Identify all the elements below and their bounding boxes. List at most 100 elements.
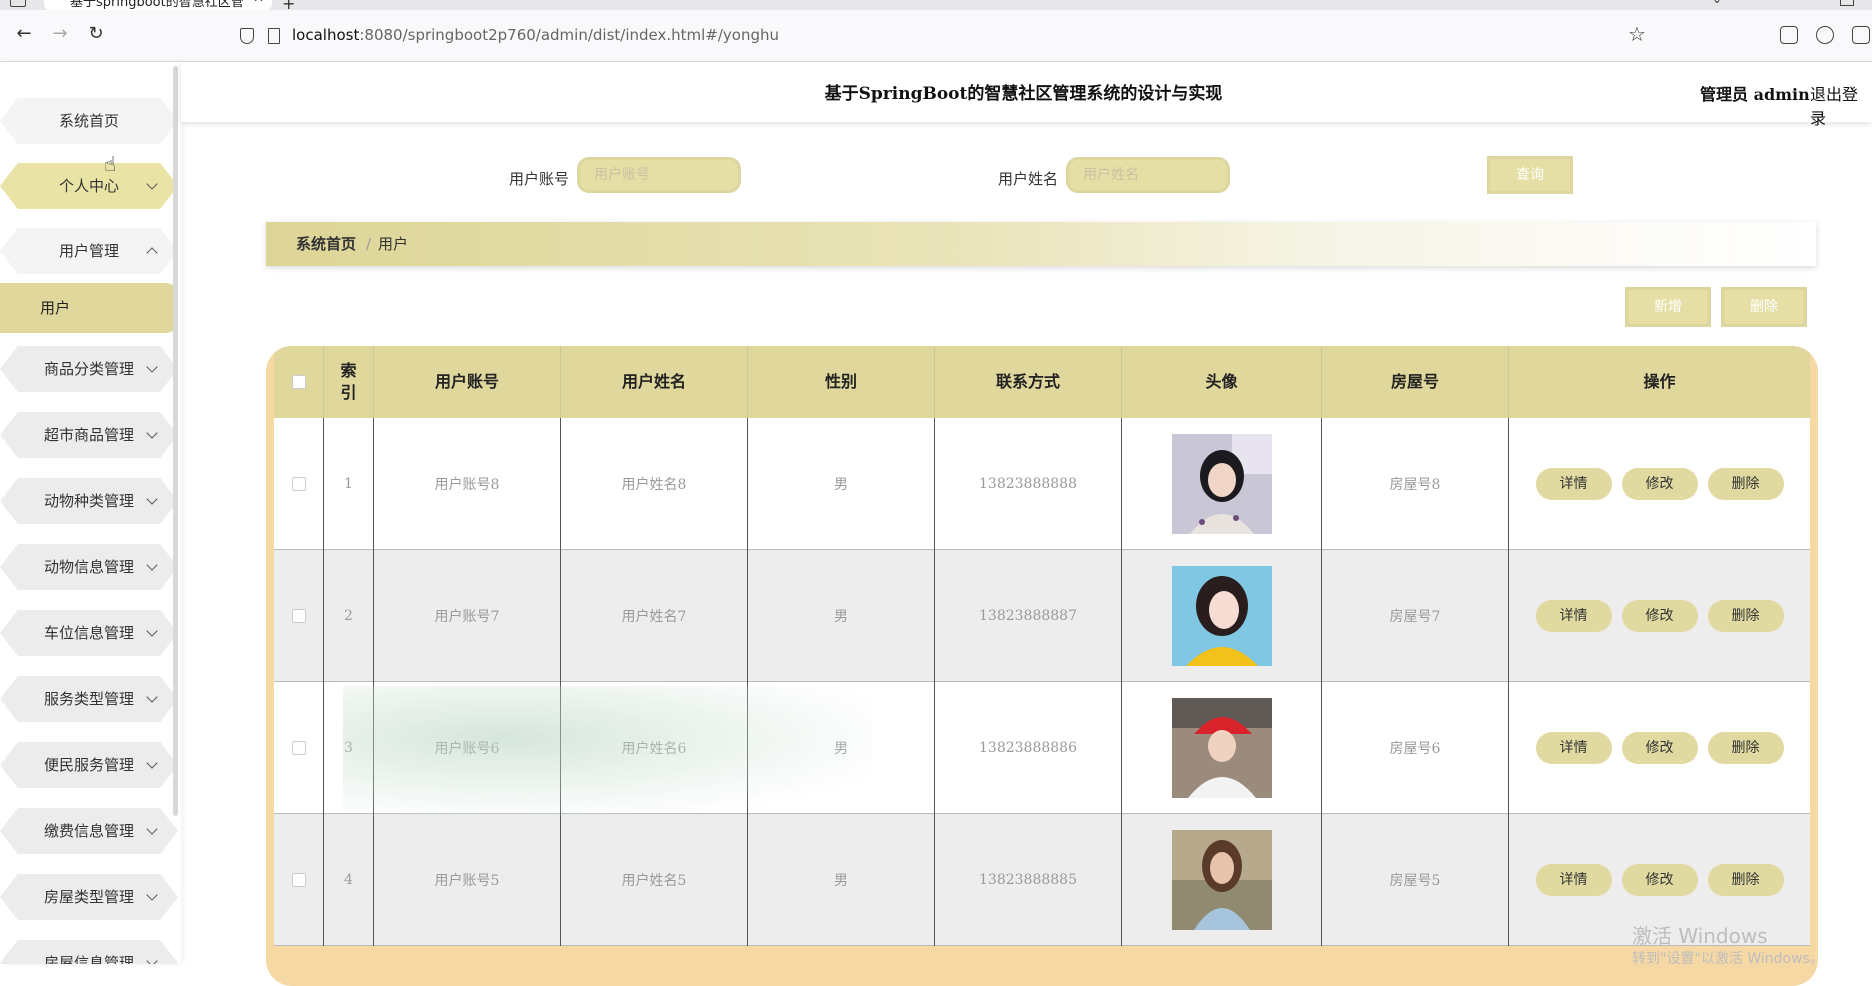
column-header-avatar: 头像	[1122, 346, 1322, 418]
sidebar-item-goods-category[interactable]: 商品分类管理	[0, 346, 178, 392]
close-tab-icon[interactable]: ✕	[253, 0, 264, 6]
sidebar-item-house-type[interactable]: 房屋类型管理	[0, 874, 178, 920]
account-cell: 用户账号6	[374, 682, 561, 814]
house-cell: 房屋号8	[1322, 418, 1509, 550]
name-cell: 用户姓名8	[561, 418, 748, 550]
column-header-operations: 操作	[1509, 346, 1810, 418]
sidebar-item-user-management[interactable]: 用户管理	[0, 228, 178, 274]
tab-title: 基于springboot的智慧社区管	[70, 0, 244, 10]
column-header-name: 用户姓名	[561, 346, 748, 418]
sidebar-item-parking-info[interactable]: 车位信息管理	[0, 610, 178, 656]
pocket-icon[interactable]	[1780, 26, 1798, 44]
index-cell: 1	[324, 418, 374, 550]
index-cell: 4	[324, 814, 374, 946]
extensions-icon[interactable]	[1852, 26, 1870, 44]
row-checkbox[interactable]	[292, 477, 306, 491]
table-header: 索 引 用户账号 用户姓名 性别 联系方式 头像 房屋号 操作	[274, 346, 1810, 418]
breadcrumb-home[interactable]: 系统首页	[296, 222, 356, 266]
forward-arrow-icon[interactable]: →	[48, 22, 72, 46]
index-cell: 3	[324, 682, 374, 814]
edit-button[interactable]: 修改	[1622, 600, 1698, 632]
sidebar-item-service-type[interactable]: 服务类型管理	[0, 676, 178, 722]
avatar-image[interactable]	[1172, 830, 1272, 930]
url-host: localhost	[292, 26, 359, 44]
detail-button[interactable]: 详情	[1536, 468, 1612, 500]
avatar-cell	[1122, 550, 1322, 682]
account-cell: 用户账号8	[374, 418, 561, 550]
sidebar-subitem-label: 用户	[40, 283, 70, 333]
detail-button[interactable]: 详情	[1536, 864, 1612, 896]
column-header-house: 房屋号	[1322, 346, 1509, 418]
add-button[interactable]: 新增	[1625, 287, 1711, 327]
name-search-input[interactable]	[1066, 157, 1230, 193]
detail-button[interactable]: 详情	[1536, 732, 1612, 764]
bookmark-star-icon[interactable]: ☆	[1628, 22, 1646, 46]
name-cell: 用户姓名7	[561, 550, 748, 682]
avatar-cell	[1122, 814, 1322, 946]
phone-cell: 13823888888	[935, 418, 1122, 550]
account-search-label: 用户账号	[509, 168, 569, 189]
address-bar[interactable]: localhost:8080/springboot2p760/admin/dis…	[292, 18, 779, 52]
logout-link[interactable]: 退出登录	[1810, 81, 1872, 129]
account-icon[interactable]	[1816, 26, 1834, 44]
delete-button[interactable]: 删除	[1708, 864, 1784, 896]
phone-cell: 13823888885	[935, 814, 1122, 946]
browser-navbar: ← → ↻ localhost:8080/springboot2p760/adm…	[0, 10, 1872, 62]
avatar-image[interactable]	[1172, 434, 1272, 534]
row-checkbox[interactable]	[292, 609, 306, 623]
windows-activation-watermark: 激活 Windows 转到"设置"以激活 Windows。	[1632, 920, 1768, 949]
edit-button[interactable]: 修改	[1622, 468, 1698, 500]
name-search-label: 用户姓名	[998, 168, 1058, 189]
sidebar-item-personal-center[interactable]: 个人中心	[0, 163, 178, 209]
search-button[interactable]: 查询	[1487, 156, 1573, 194]
avatar-image[interactable]	[1172, 566, 1272, 666]
sidebar-item-house-info[interactable]: 房屋信息管理	[0, 940, 178, 964]
row-select-cell	[274, 418, 324, 550]
tab-overflow-chevron-icon[interactable]: ⌄	[1712, 0, 1722, 6]
window-restore-icon[interactable]	[1840, 0, 1854, 6]
shield-icon[interactable]	[240, 28, 254, 44]
delete-button[interactable]: 删除	[1708, 468, 1784, 500]
detail-button[interactable]: 详情	[1536, 600, 1612, 632]
row-checkbox[interactable]	[292, 873, 306, 887]
sidebar-item-animal-info[interactable]: 动物信息管理	[0, 544, 178, 590]
new-tab-icon[interactable]: +	[282, 0, 295, 10]
row-checkbox[interactable]	[292, 741, 306, 755]
account-cell: 用户账号7	[374, 550, 561, 682]
sidebar-item-convenience-service[interactable]: 便民服务管理	[0, 742, 178, 788]
name-cell: 用户姓名6	[561, 682, 748, 814]
row-select-cell	[274, 814, 324, 946]
operations-cell: 详情 修改 删除	[1509, 550, 1810, 682]
bulk-delete-button[interactable]: 删除	[1721, 287, 1807, 327]
avatar-image[interactable]	[1172, 698, 1272, 798]
breadcrumb: 系统首页 / 用户	[266, 222, 1816, 266]
column-header-account: 用户账号	[374, 346, 561, 418]
gender-cell: 男	[748, 550, 935, 682]
sidebar-item-payment-info[interactable]: 缴费信息管理	[0, 808, 178, 854]
operations-cell: 详情 修改 删除	[1509, 682, 1810, 814]
sidebar-item-supermarket-goods[interactable]: 超市商品管理	[0, 412, 178, 458]
column-header-index: 索 引	[324, 346, 374, 418]
sidebar-scrollbar[interactable]	[173, 66, 178, 816]
delete-button[interactable]: 删除	[1708, 732, 1784, 764]
page-title: 基于SpringBoot的智慧社区管理系统的设计与实现	[181, 79, 1866, 104]
sidebar-item-home[interactable]: 系统首页	[0, 98, 178, 144]
index-cell: 2	[324, 550, 374, 682]
phone-cell: 13823888887	[935, 550, 1122, 682]
back-arrow-icon[interactable]: ←	[12, 22, 36, 46]
reload-icon[interactable]: ↻	[84, 22, 108, 46]
browser-tab[interactable]: 基于springboot的智慧社区管 ✕	[44, 0, 272, 10]
tab-list-icon[interactable]	[10, 0, 26, 7]
page-info-icon[interactable]	[268, 28, 280, 44]
select-all-checkbox[interactable]	[292, 375, 306, 389]
delete-button[interactable]: 删除	[1708, 600, 1784, 632]
avatar-cell	[1122, 682, 1322, 814]
account-search-input[interactable]	[577, 157, 741, 193]
edit-button[interactable]: 修改	[1622, 864, 1698, 896]
phone-cell: 13823888886	[935, 682, 1122, 814]
watermark-line1: 激活 Windows	[1632, 920, 1768, 949]
gender-cell: 男	[748, 814, 935, 946]
edit-button[interactable]: 修改	[1622, 732, 1698, 764]
sidebar-subitem-user[interactable]: 用户	[0, 283, 178, 333]
sidebar-item-animal-type[interactable]: 动物种类管理	[0, 478, 178, 524]
